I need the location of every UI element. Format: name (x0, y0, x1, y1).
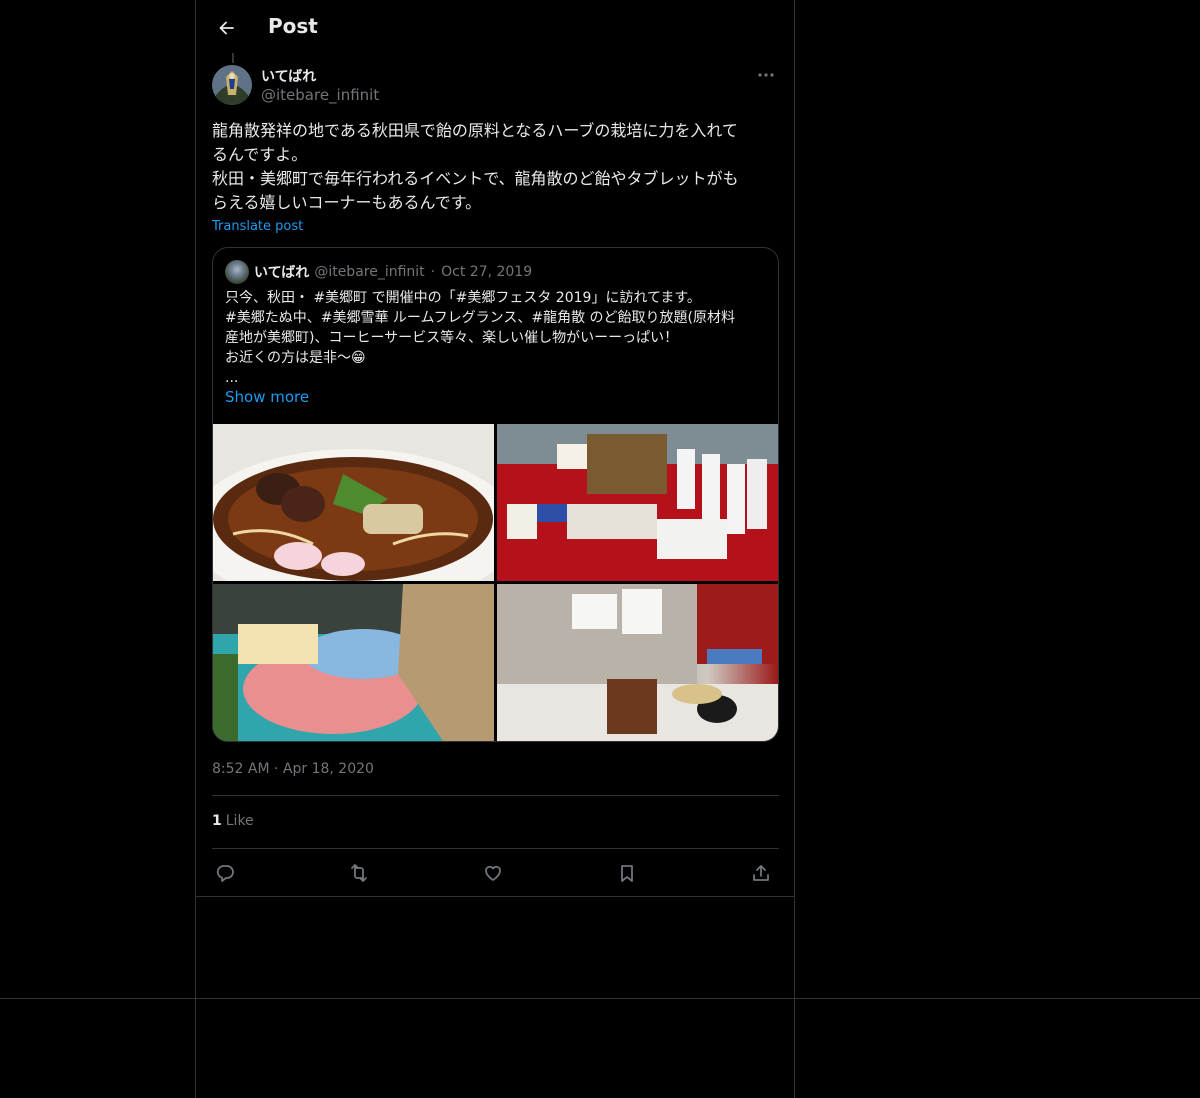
likes-label: Like (225, 813, 254, 829)
likes-count: 1 (212, 813, 222, 829)
post-actions (212, 860, 779, 886)
quoted-post-text: 只今、秋田・ #美郷町 で開催中の「#美郷フェスタ 2019」に訪れてます。 #… (225, 290, 736, 386)
share-icon (753, 865, 769, 881)
show-more-link[interactable]: Show more (225, 388, 309, 406)
quoted-date: Oct 27, 2019 (441, 264, 533, 280)
divider (212, 795, 779, 796)
share-button[interactable] (748, 860, 774, 886)
arrow-left-icon (219, 21, 234, 35)
divider (212, 848, 779, 849)
post-timestamp[interactable]: 8:52 AM · Apr 18, 2020 (212, 761, 374, 777)
translate-post-link[interactable]: Translate post (212, 219, 303, 234)
bookmark-icon (621, 865, 633, 882)
author-name[interactable]: いてばれ (261, 66, 316, 86)
repost-button[interactable] (346, 860, 372, 886)
media-photo-coffee[interactable] (497, 584, 778, 741)
author-handle[interactable]: @itebare_infinit (261, 86, 379, 104)
media-photo-ramen[interactable] (213, 424, 494, 581)
media-grid (213, 424, 778, 741)
quoted-separator: · (430, 264, 436, 280)
quoted-post[interactable]: いてばれ @itebare_infinit · Oct 27, 2019 只今、… (212, 247, 779, 742)
likes-stat[interactable]: 1 Like (212, 813, 254, 829)
repost-icon (351, 864, 367, 882)
page-title: Post (268, 14, 318, 38)
reply-button[interactable] (212, 860, 238, 886)
more-options-button[interactable] (754, 65, 778, 85)
quoted-author-handle: @itebare_infinit (314, 264, 425, 280)
divider (196, 896, 794, 897)
media-photo-products[interactable] (497, 424, 778, 581)
like-button[interactable] (480, 860, 506, 886)
back-button[interactable] (210, 11, 244, 45)
page-header: Post (196, 0, 794, 53)
divider (0, 998, 1200, 999)
quoted-author-name: いてばれ (254, 265, 310, 281)
post-author: いてばれ @itebare_infinit (212, 65, 778, 107)
more-icon (758, 73, 774, 77)
primary-column: Post いてばれ @itebare_infinit 龍角散発祥の地である秋田県… (195, 0, 795, 1098)
like-icon (485, 865, 501, 881)
avatar[interactable] (212, 65, 252, 105)
post-text: 龍角散発祥の地である秋田県で飴の原料となるハーブの栽培に力を入れて るんですよ。… (212, 121, 739, 212)
avatar-image (212, 65, 252, 105)
quoted-avatar (225, 260, 249, 284)
reply-icon (216, 865, 234, 882)
bookmark-button[interactable] (614, 860, 640, 886)
thread-line (232, 53, 234, 63)
media-photo-candies[interactable] (213, 584, 494, 741)
quoted-post-header: いてばれ @itebare_infinit · Oct 27, 2019 (225, 260, 532, 284)
